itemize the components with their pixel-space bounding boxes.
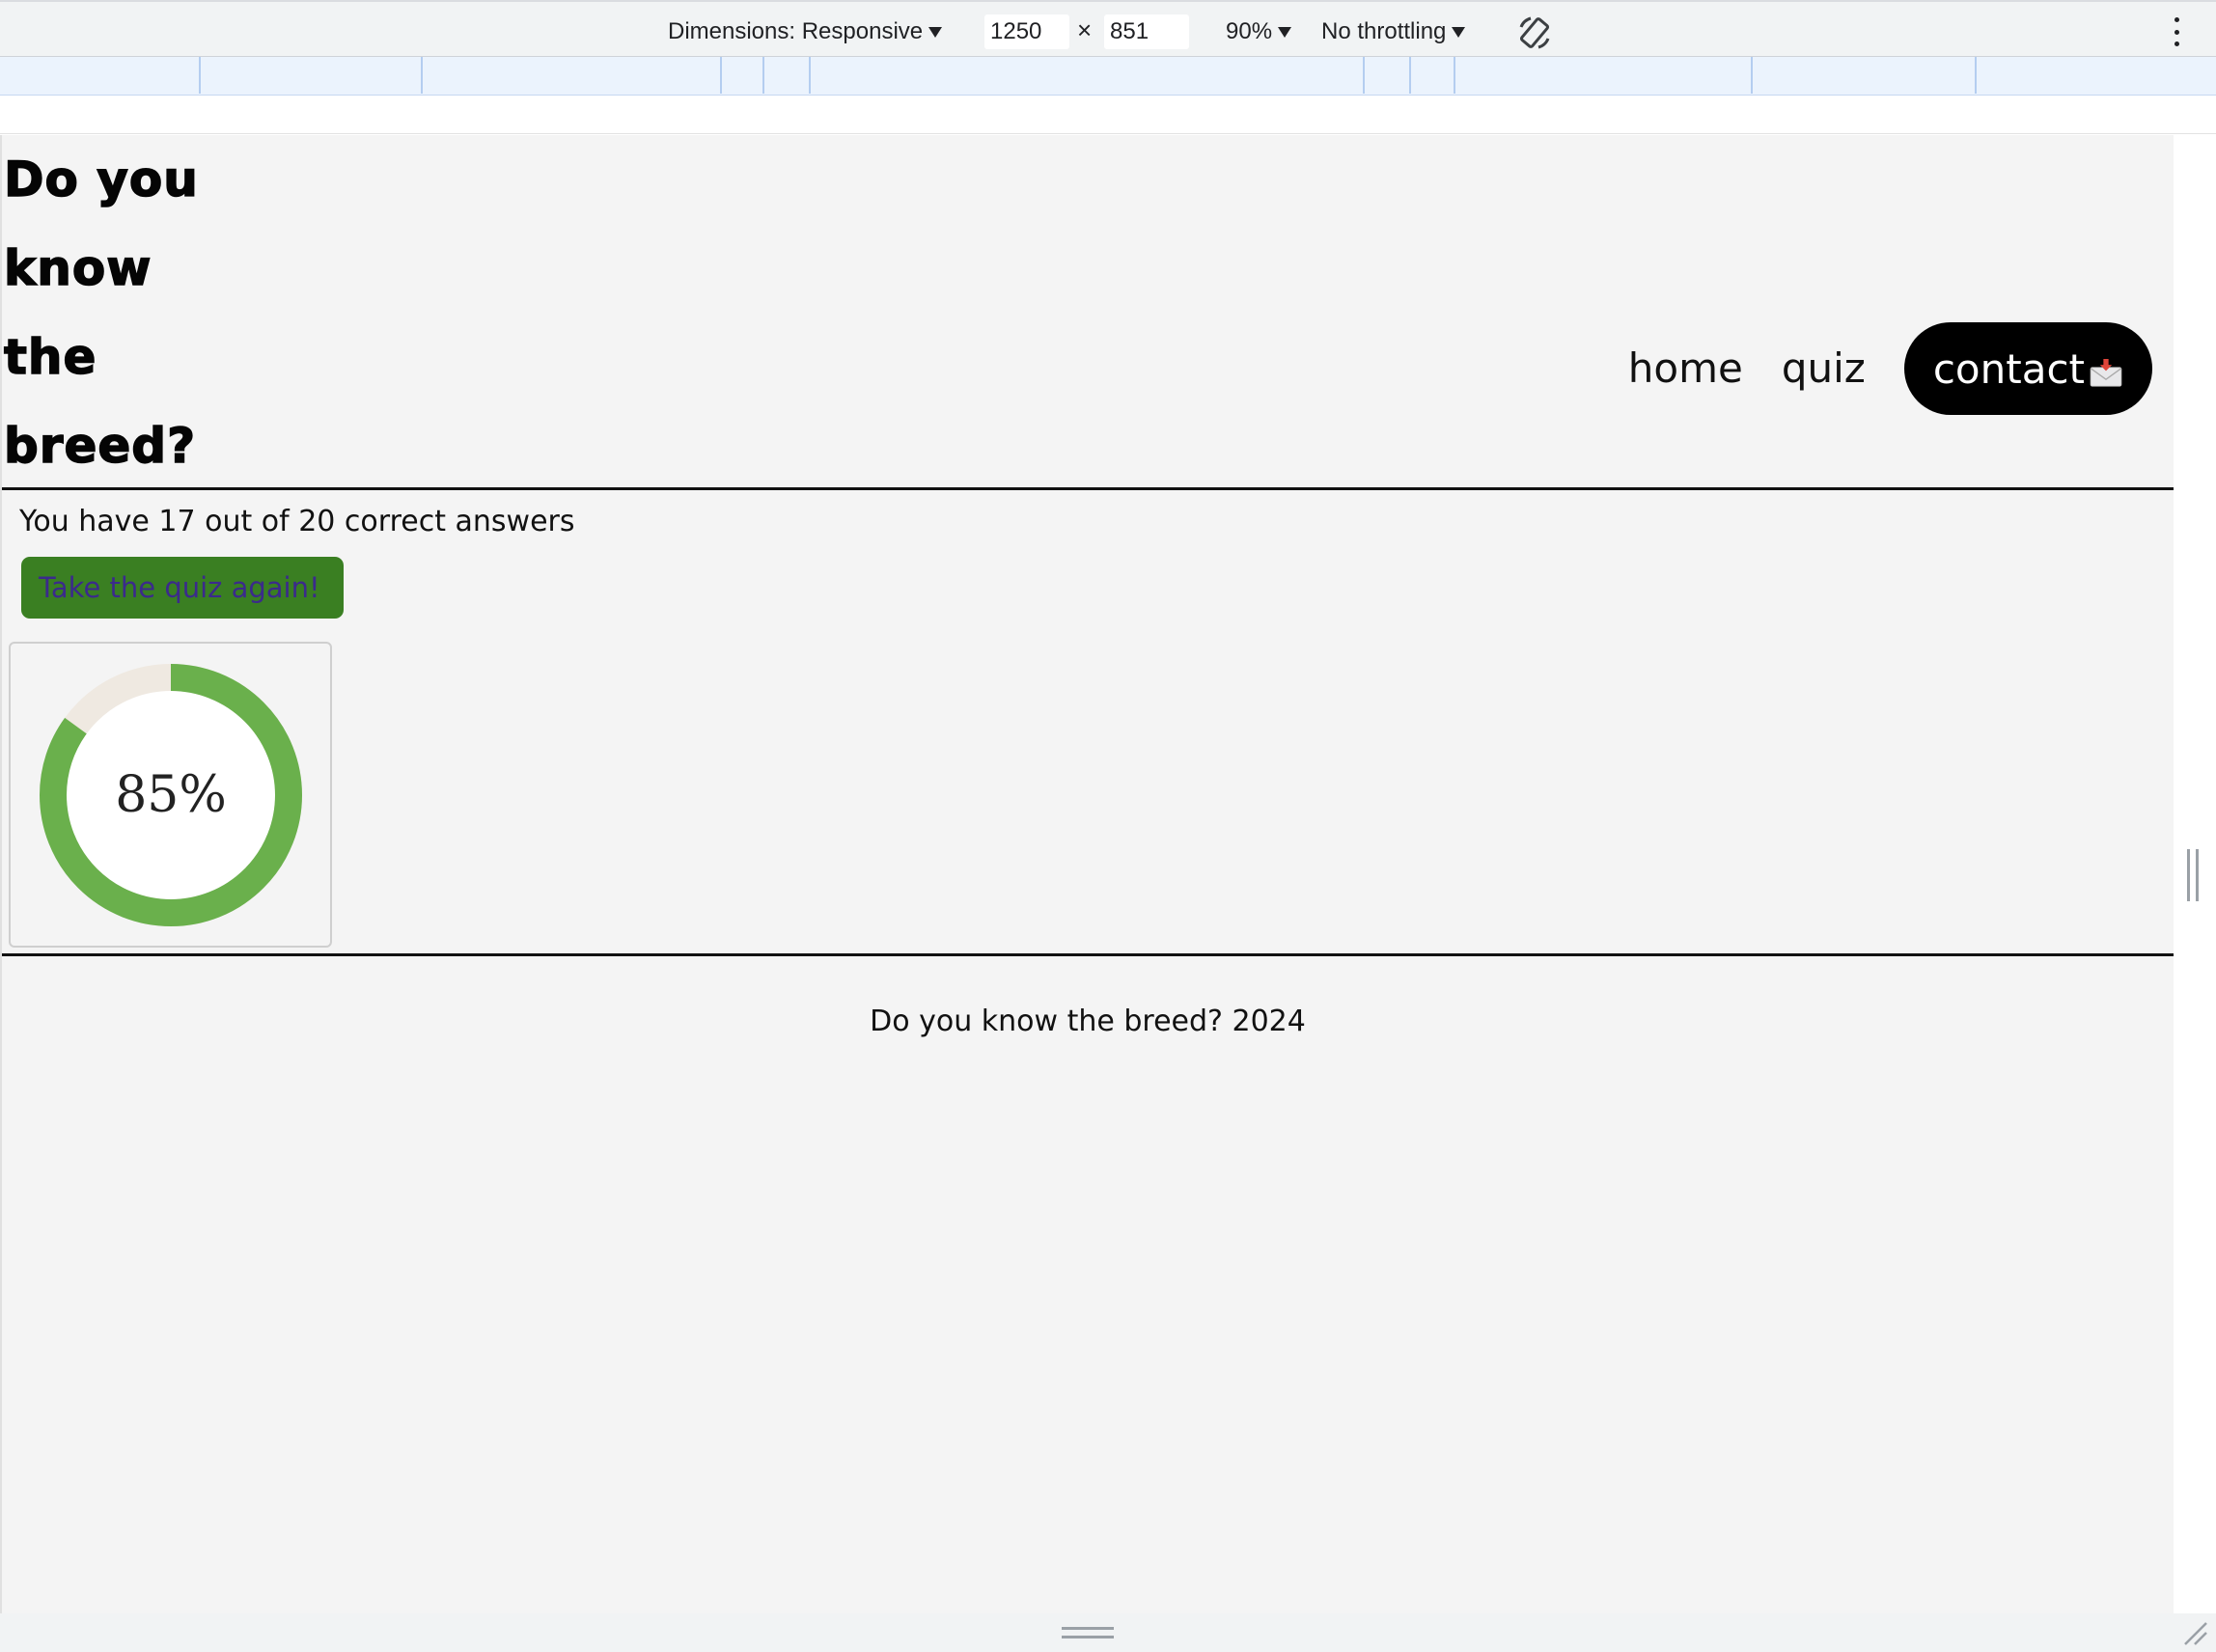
score-text: You have 17 out of 20 correct answers (19, 505, 575, 538)
media-query-marker[interactable] (1409, 57, 1411, 94)
zoom-dropdown[interactable]: 90% (1226, 17, 1292, 46)
dimensions-dropdown[interactable]: Dimensions: Responsive (668, 17, 943, 46)
times-icon: × (1077, 15, 1093, 44)
media-query-marker[interactable] (809, 57, 811, 94)
width-input[interactable]: 1250 (984, 14, 1069, 49)
chevron-down-icon (1452, 26, 1466, 38)
nav-contact-button[interactable]: contact (1903, 322, 2152, 415)
zoom-label: 90% (1226, 18, 1273, 44)
media-query-marker[interactable] (199, 57, 201, 94)
quiz-results: You have 17 out of 20 correct answers Ta… (19, 500, 575, 619)
media-query-marker[interactable] (1363, 57, 1365, 94)
media-query-marker[interactable] (1975, 57, 1977, 94)
more-options-icon[interactable] (2172, 17, 2181, 46)
media-query-marker[interactable] (762, 57, 764, 94)
retake-quiz-button[interactable]: Take the quiz again! (21, 557, 344, 619)
site-footer: Do you know the breed? 2024 (2, 953, 2174, 1038)
footer-text: Do you know the breed? 2024 (870, 1005, 1306, 1038)
media-query-marker[interactable] (1454, 57, 1455, 94)
site-title-line: the (3, 328, 97, 386)
nav-quiz-link[interactable]: quiz (1782, 322, 1866, 415)
site-title-line: know (3, 239, 152, 297)
score-donut: 85% (40, 664, 302, 926)
chevron-down-icon (928, 26, 943, 38)
main-nav: home quiz contact (1628, 322, 2152, 415)
resize-handle-bottom[interactable] (1062, 1627, 1114, 1638)
media-query-marker[interactable] (720, 57, 722, 94)
throttling-dropdown[interactable]: No throttling (1321, 17, 1466, 46)
media-query-marker[interactable] (421, 57, 423, 94)
resize-handle-right[interactable] (2187, 849, 2199, 901)
nav-contact-label: contact (1932, 344, 2085, 393)
score-card: 85% (9, 642, 332, 948)
throttling-label: No throttling (1321, 18, 1447, 44)
score-percent-label: 85% (115, 766, 227, 824)
media-query-marker[interactable] (1751, 57, 1753, 94)
viewport-margin (0, 96, 2216, 134)
site-title-line: breed? (3, 417, 197, 475)
envelope-icon (2090, 359, 2122, 387)
emulated-page: Do you know the breed? home quiz contact… (0, 135, 2174, 1613)
nav-home-link[interactable]: home (1628, 322, 1743, 415)
chevron-down-icon (1278, 26, 1292, 38)
site-title-line: Do you (3, 151, 199, 208)
dimensions-label: Dimensions: Responsive (668, 18, 924, 44)
height-input[interactable]: 851 (1104, 14, 1189, 49)
media-query-ruler (0, 57, 2216, 96)
rotate-icon[interactable] (1515, 14, 1554, 52)
device-toolbar: Dimensions: Responsive 1250 × 851 90% No… (0, 0, 2216, 57)
site-header: Do you know the breed? home quiz contact (2, 135, 2174, 490)
site-title: Do you know the breed? (3, 135, 255, 490)
resize-corner-icon[interactable] (2179, 1617, 2208, 1646)
